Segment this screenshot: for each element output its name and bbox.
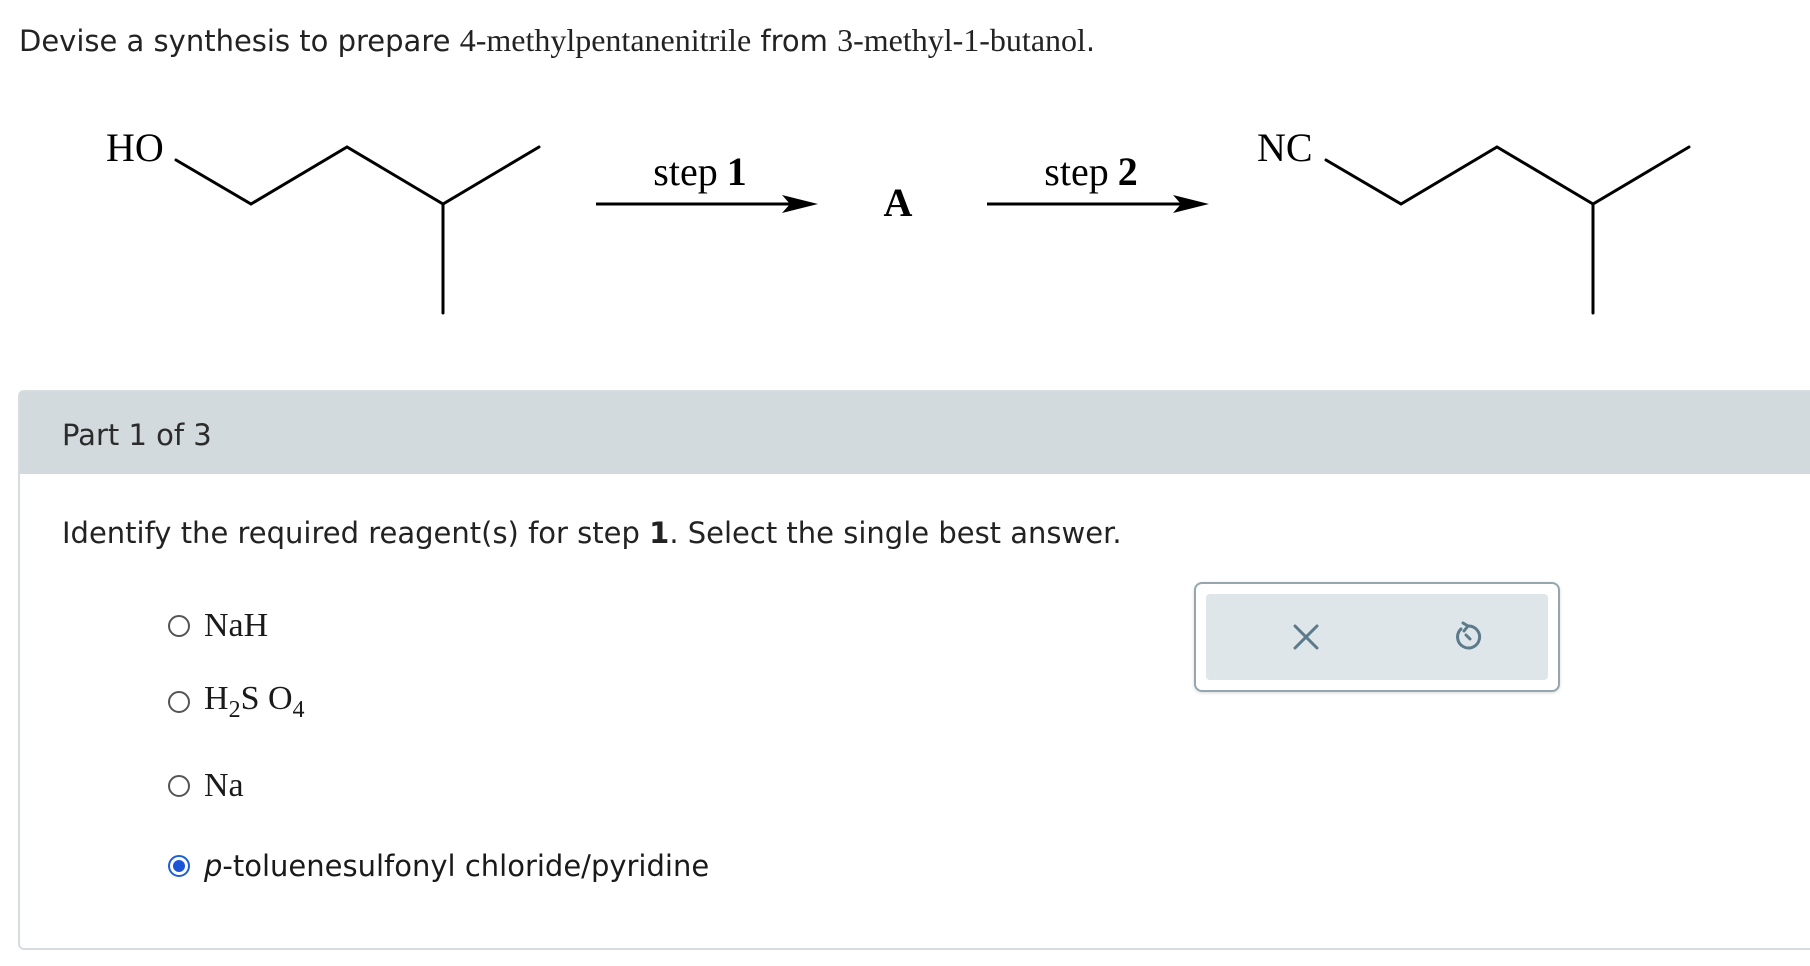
clear-button[interactable] — [1283, 614, 1329, 660]
start-hydroxyl-label: HO — [106, 125, 164, 170]
h2so4-h: H — [204, 680, 229, 717]
intermediate-label: A — [884, 180, 913, 225]
option-h2so4-label: H2S O4 — [204, 680, 305, 724]
close-icon — [1293, 624, 1319, 650]
h2so4-so: S O — [240, 680, 293, 717]
option-tscl-label: p-toluenesulfonyl chloride/pyridine — [204, 849, 709, 883]
product-nitrile-label: NC — [1257, 125, 1313, 170]
reset-button[interactable] — [1445, 614, 1491, 660]
option-na[interactable]: Na — [168, 764, 244, 808]
step1-word: step — [653, 149, 717, 194]
radio-h2so4[interactable] — [168, 691, 190, 713]
radio-na[interactable] — [168, 775, 190, 797]
option-nah[interactable]: NaH — [168, 604, 268, 648]
step1-number: 1 — [727, 149, 747, 194]
step2-word: step — [1044, 149, 1108, 194]
tscl-text: -toluenesulfonyl chloride/pyridine — [222, 849, 710, 883]
undo-icon — [1456, 621, 1482, 650]
h2so4-sub4: 4 — [292, 697, 305, 723]
option-h2so4[interactable]: H2S O4 — [168, 680, 305, 724]
step2-number: 2 — [1118, 149, 1138, 194]
starting-material-structure — [174, 145, 541, 315]
radio-tscl-pyridine[interactable] — [168, 855, 190, 877]
part-label: Part 1 of 3 — [62, 418, 212, 452]
start-skeleton-bonds — [174, 145, 541, 206]
option-na-label: Na — [204, 767, 244, 804]
question-suffix: . Select the single best answer. — [669, 516, 1122, 550]
answer-tools — [1194, 582, 1560, 692]
tscl-italic-prefix: p — [204, 849, 223, 883]
option-tscl-pyridine[interactable]: p-toluenesulfonyl chloride/pyridine — [168, 844, 709, 888]
product-structure — [1324, 145, 1691, 315]
question-step: 1 — [649, 516, 670, 550]
question-text: Identify the required reagent(s) for ste… — [62, 516, 1122, 550]
radio-nah[interactable] — [168, 615, 190, 637]
part-header: Part 1 of 3 — [20, 392, 1810, 474]
question-prefix: Identify the required reagent(s) for ste… — [62, 516, 650, 550]
reaction-scheme: HO step 1 A step 2 NC — [106, 125, 1691, 315]
product-skeleton-bonds — [1324, 145, 1691, 206]
h2so4-sub2: 2 — [228, 697, 241, 723]
option-nah-label: NaH — [204, 607, 269, 644]
step1-label: step 1 — [653, 149, 746, 194]
step2-label: step 2 — [1044, 149, 1137, 194]
answer-tools-inner — [1206, 594, 1548, 680]
